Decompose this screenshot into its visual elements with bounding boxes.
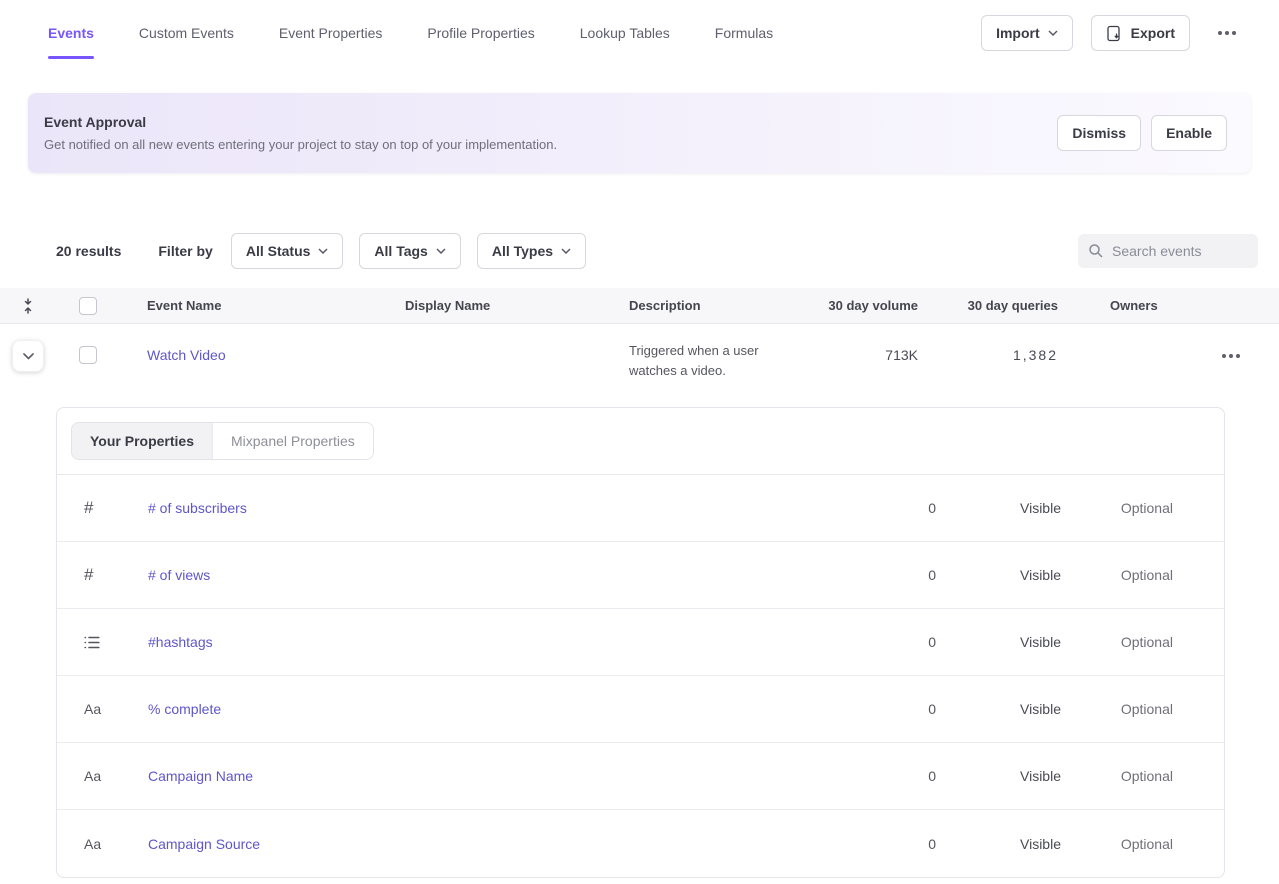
banner-actions: Dismiss Enable	[1057, 115, 1227, 151]
column-owners: Owners	[1070, 298, 1200, 313]
property-requirement: Optional	[1061, 768, 1173, 784]
search-input[interactable]	[1112, 243, 1248, 259]
nav-actions: Import Export	[981, 15, 1240, 51]
property-count: 0	[826, 567, 936, 583]
row-more-icon[interactable]	[1218, 348, 1244, 364]
top-navigation: Events Custom Events Event Properties Pr…	[0, 0, 1279, 66]
event-queries: 1,382	[930, 338, 1070, 363]
properties-tab-bar: Your Properties Mixpanel Properties	[57, 408, 1224, 475]
properties-panel: Your Properties Mixpanel Properties # # …	[56, 407, 1225, 878]
column-volume: 30 day volume	[820, 298, 930, 313]
number-type-icon: #	[84, 498, 93, 518]
property-name-link[interactable]: Campaign Name	[148, 768, 826, 784]
number-type-icon: #	[84, 565, 93, 585]
chevron-down-icon	[318, 248, 328, 254]
property-visibility: Visible	[936, 836, 1061, 852]
property-requirement: Optional	[1061, 701, 1173, 717]
banner-text: Event Approval Get notified on all new e…	[44, 114, 1057, 152]
banner-description: Get notified on all new events entering …	[44, 137, 1057, 152]
properties-segmented-control: Your Properties Mixpanel Properties	[71, 422, 374, 460]
event-description: Triggered when a user watches a video.	[629, 338, 789, 381]
filter-by-label: Filter by	[158, 243, 212, 259]
text-type-icon: Aa	[84, 701, 101, 717]
property-requirement: Optional	[1061, 836, 1173, 852]
more-options-icon[interactable]	[1214, 25, 1240, 41]
property-name-link[interactable]: Campaign Source	[148, 836, 826, 852]
property-count: 0	[826, 836, 936, 852]
event-volume: 713K	[820, 338, 930, 363]
property-visibility: Visible	[936, 768, 1061, 784]
event-name-link[interactable]: Watch Video	[147, 338, 226, 363]
collapse-all-icon[interactable]	[21, 298, 35, 314]
enable-button[interactable]: Enable	[1151, 115, 1227, 151]
select-all-checkbox[interactable]	[79, 297, 97, 315]
text-type-icon: Aa	[84, 836, 101, 852]
property-visibility: Visible	[936, 701, 1061, 717]
property-row: Aa Campaign Source 0 Visible Optional	[57, 810, 1224, 877]
tags-filter-dropdown[interactable]: All Tags	[359, 233, 460, 269]
types-filter-dropdown[interactable]: All Types	[477, 233, 586, 269]
property-count: 0	[826, 500, 936, 516]
property-row: # # of views 0 Visible Optional	[57, 542, 1224, 609]
chevron-down-icon	[23, 353, 34, 360]
property-name-link[interactable]: % complete	[148, 701, 826, 717]
property-name-link[interactable]: # of views	[148, 567, 826, 583]
search-events-box	[1078, 234, 1258, 268]
property-name-link[interactable]: #hashtags	[148, 634, 826, 650]
list-type-icon	[84, 636, 100, 649]
property-row: Aa % complete 0 Visible Optional	[57, 676, 1224, 743]
tab-events[interactable]: Events	[48, 0, 94, 66]
property-requirement: Optional	[1061, 500, 1173, 516]
property-row: #hashtags 0 Visible Optional	[57, 609, 1224, 676]
filter-bar: 20 results Filter by All Status All Tags…	[0, 233, 1279, 269]
property-visibility: Visible	[936, 500, 1061, 516]
status-filter-dropdown[interactable]: All Status	[231, 233, 344, 269]
export-button-label: Export	[1131, 25, 1175, 41]
column-event-name: Event Name	[120, 298, 405, 313]
property-visibility: Visible	[936, 634, 1061, 650]
export-csv-icon	[1106, 25, 1123, 42]
property-row: Aa Campaign Name 0 Visible Optional	[57, 743, 1224, 810]
chevron-down-icon	[436, 248, 446, 254]
tab-mixpanel-properties[interactable]: Mixpanel Properties	[212, 423, 373, 459]
tags-filter-label: All Tags	[374, 243, 427, 259]
dismiss-button[interactable]: Dismiss	[1057, 115, 1141, 151]
chevron-down-icon	[1048, 30, 1058, 36]
import-button-label: Import	[996, 25, 1040, 41]
import-button[interactable]: Import	[981, 15, 1073, 51]
event-row: Watch Video Triggered when a user watche…	[0, 324, 1279, 381]
export-button[interactable]: Export	[1091, 15, 1190, 51]
property-count: 0	[826, 701, 936, 717]
text-type-icon: Aa	[84, 768, 101, 784]
tab-event-properties[interactable]: Event Properties	[279, 0, 383, 66]
column-queries: 30 day queries	[930, 298, 1070, 313]
table-header: Event Name Display Name Description 30 d…	[0, 288, 1279, 324]
property-count: 0	[826, 768, 936, 784]
property-requirement: Optional	[1061, 567, 1173, 583]
property-visibility: Visible	[936, 567, 1061, 583]
event-approval-banner: Event Approval Get notified on all new e…	[28, 93, 1251, 173]
property-requirement: Optional	[1061, 634, 1173, 650]
property-name-link[interactable]: # of subscribers	[148, 500, 826, 516]
tab-custom-events[interactable]: Custom Events	[139, 0, 234, 66]
banner-title: Event Approval	[44, 114, 1057, 130]
status-filter-label: All Status	[246, 243, 311, 259]
results-count: 20 results	[56, 243, 121, 259]
property-count: 0	[826, 634, 936, 650]
tab-formulas[interactable]: Formulas	[715, 0, 773, 66]
tab-your-properties[interactable]: Your Properties	[72, 423, 212, 459]
search-icon	[1088, 243, 1104, 259]
tab-lookup-tables[interactable]: Lookup Tables	[580, 0, 670, 66]
types-filter-label: All Types	[492, 243, 553, 259]
column-display-name: Display Name	[405, 298, 629, 313]
tab-profile-properties[interactable]: Profile Properties	[427, 0, 534, 66]
collapse-row-button[interactable]	[12, 340, 44, 372]
property-row: # # of subscribers 0 Visible Optional	[57, 475, 1224, 542]
column-description: Description	[629, 298, 820, 313]
row-checkbox[interactable]	[79, 346, 97, 364]
chevron-down-icon	[561, 248, 571, 254]
nav-tabs: Events Custom Events Event Properties Pr…	[48, 0, 981, 66]
